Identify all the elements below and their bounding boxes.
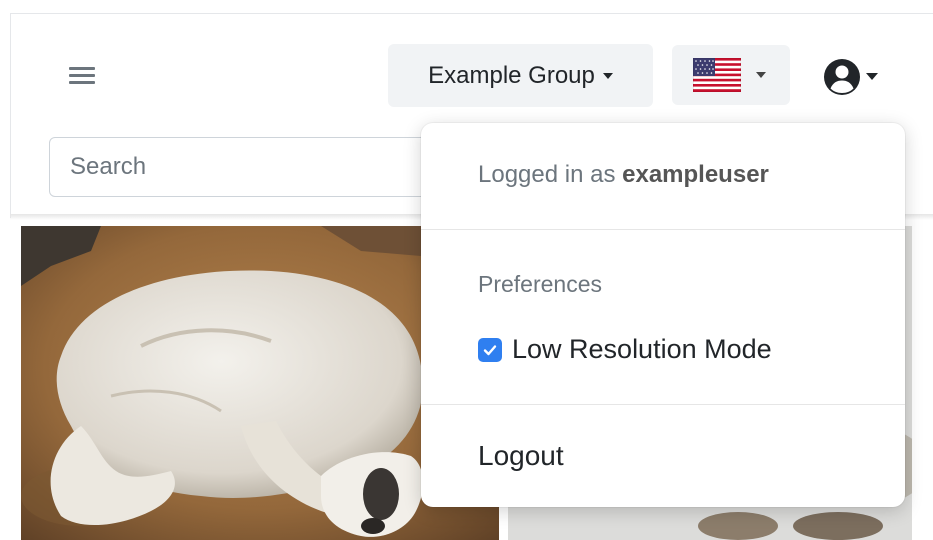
user-menu-button[interactable] xyxy=(822,57,886,97)
user-dropdown-menu: Logged in as exampleuser Preferences Low… xyxy=(421,123,905,507)
us-flag-icon xyxy=(693,58,741,92)
dropdown-divider xyxy=(421,404,905,405)
header-top-border xyxy=(10,13,933,14)
user-circle-icon xyxy=(824,59,860,95)
logged-in-prefix: Logged in as xyxy=(478,161,616,188)
logged-in-text: Logged in as exampleuser xyxy=(478,161,769,189)
caret-down-icon xyxy=(756,72,766,78)
header-left-border xyxy=(10,13,11,218)
menu-toggle-button[interactable] xyxy=(62,56,102,96)
caret-down-icon xyxy=(602,72,613,79)
checkbox-checked-icon xyxy=(478,337,502,362)
language-selector-button[interactable] xyxy=(672,45,790,105)
search-input[interactable] xyxy=(49,137,449,197)
group-selector-label: Example Group xyxy=(428,61,595,89)
low-resolution-mode-label: Low Resolution Mode xyxy=(512,334,772,364)
preferences-header: Preferences xyxy=(478,271,603,297)
group-selector-button[interactable]: Example Group xyxy=(388,44,653,107)
caret-down-icon xyxy=(866,73,878,80)
hamburger-icon xyxy=(69,67,95,70)
low-resolution-mode-checkbox[interactable]: Low Resolution Mode xyxy=(478,334,772,365)
dropdown-divider xyxy=(421,229,905,230)
username: exampleuser xyxy=(622,161,769,188)
logout-menu-item[interactable]: Logout xyxy=(478,440,564,472)
